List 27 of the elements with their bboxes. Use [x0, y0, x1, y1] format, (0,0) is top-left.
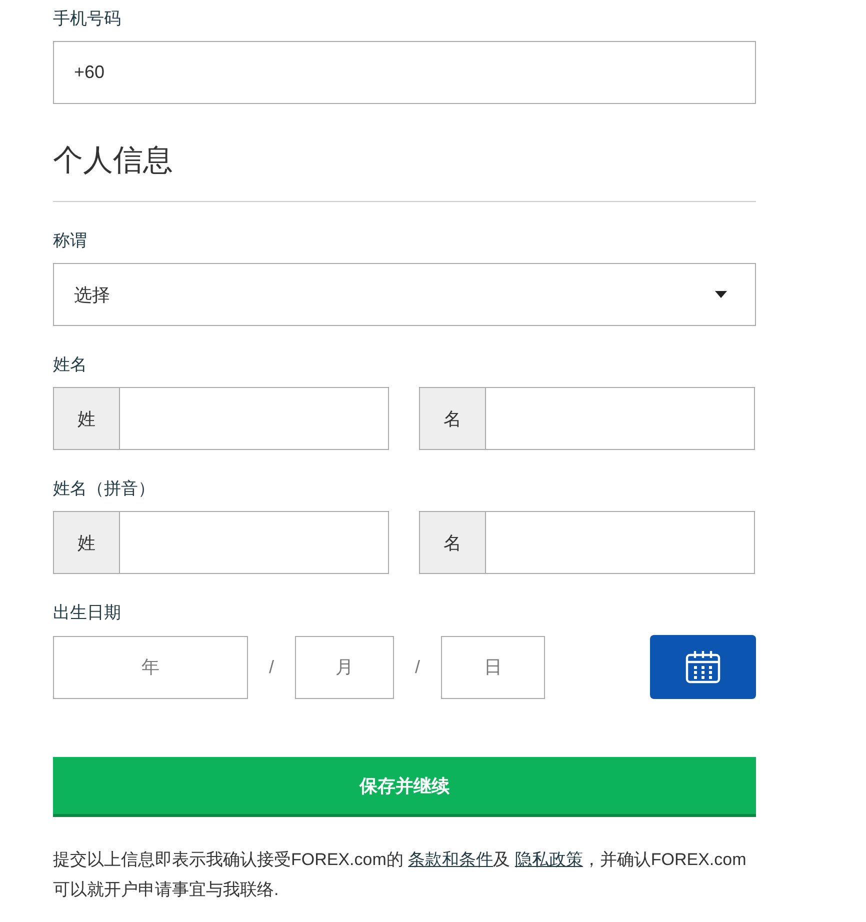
name-input[interactable] [120, 387, 389, 450]
policy-link[interactable]: 隐私政策 [514, 850, 583, 869]
calendar-icon [685, 650, 721, 684]
phone-input[interactable]: +60 [53, 41, 756, 104]
field-label: 称谓 [53, 231, 88, 251]
field-label: 姓名（拼音） [53, 479, 156, 499]
date-input[interactable]: 日 [441, 636, 545, 698]
salutation-select[interactable]: 选择 [53, 263, 756, 326]
name-input[interactable] [486, 387, 755, 450]
date-input[interactable]: 月 [295, 636, 394, 698]
date-separator: / [414, 656, 421, 678]
input-addon: 名 [419, 387, 486, 450]
name-input[interactable] [120, 511, 389, 574]
field-label: 姓名 [53, 355, 88, 375]
caret-icon [715, 291, 727, 298]
date-separator: / [268, 656, 275, 678]
input-addon: 姓 [53, 387, 120, 450]
policy-link[interactable]: 条款和条件 [408, 850, 494, 869]
input-addon: 姓 [53, 511, 120, 574]
calendar-button[interactable] [650, 635, 756, 699]
date-input[interactable]: 年 [53, 636, 248, 698]
field-label: 出生日期 [53, 603, 122, 623]
name-input[interactable] [486, 511, 755, 574]
section-title: 个人信息 [53, 143, 173, 179]
input-addon: 名 [419, 511, 486, 574]
consent-text: 提交以上信息即表示我确认接受FOREX.com的 条款和条件及 隐私政策，并确认FOREX.com可以就开户申请事宜与我联络. [53, 849, 748, 901]
field-label: 手机号码 [53, 9, 122, 29]
